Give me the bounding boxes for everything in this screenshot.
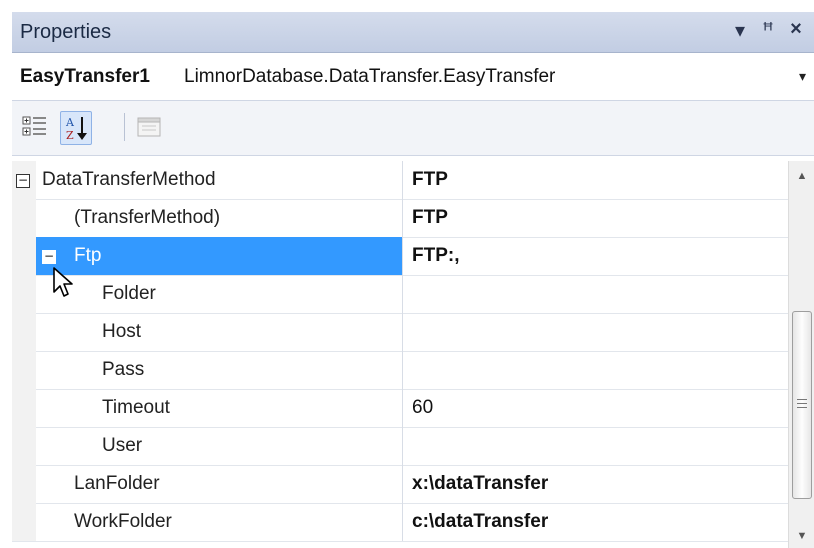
property-name: Pass — [102, 359, 145, 380]
vertical-scrollbar[interactable]: ▲ ▼ — [788, 161, 814, 548]
object-type: LimnorDatabase.DataTransfer.EasyTransfer — [184, 66, 556, 87]
property-name: Folder — [102, 283, 156, 304]
toolbar-separator — [124, 113, 125, 141]
window-position-dropdown-button[interactable]: ▾ — [728, 18, 752, 43]
object-name: EasyTransfer1 — [20, 66, 150, 87]
svg-text:A: A — [65, 116, 75, 129]
svg-text:Z: Z — [66, 129, 74, 142]
property-row-user[interactable]: User — [12, 427, 788, 466]
properties-title-bar: Properties ▾ ꟸ × — [12, 12, 814, 53]
scroll-down-arrow-icon[interactable]: ▼ — [789, 525, 814, 547]
property-name-cell[interactable]: LanFolder — [36, 465, 403, 503]
property-name: User — [102, 435, 143, 456]
property-name: WorkFolder — [74, 511, 172, 532]
property-value[interactable]: FTP — [412, 207, 448, 229]
property-name: LanFolder — [74, 473, 160, 494]
property-row-workfolder[interactable]: WorkFolder c:\dataTransfer — [12, 503, 788, 542]
scrollbar-thumb[interactable] — [792, 311, 812, 499]
property-row-pass[interactable]: Pass — [12, 351, 788, 390]
property-name: DataTransferMethod — [42, 169, 216, 190]
property-row-host[interactable]: Host — [12, 313, 788, 352]
property-name-cell[interactable]: Timeout — [36, 389, 403, 427]
alphabetical-icon: A Z — [65, 116, 87, 142]
property-row-transfermethod[interactable]: (TransferMethod) FTP — [12, 199, 788, 238]
property-name-cell[interactable]: DataTransferMethod — [36, 161, 403, 199]
property-name: (TransferMethod) — [74, 207, 221, 228]
close-button[interactable]: × — [784, 18, 808, 41]
mouse-pointer-icon — [53, 267, 73, 297]
property-row-folder[interactable]: Folder — [12, 275, 788, 314]
property-name: Timeout — [102, 397, 170, 418]
properties-toolbar: A Z — [12, 101, 814, 156]
property-value[interactable]: x:\dataTransfer — [412, 473, 548, 495]
property-name-cell[interactable]: (TransferMethod) — [36, 199, 403, 237]
property-row-datatransfermethod[interactable]: − DataTransferMethod FTP — [12, 161, 788, 200]
property-row-timeout[interactable]: Timeout 60 — [12, 389, 788, 428]
property-name: Host — [102, 321, 142, 342]
collapse-icon[interactable]: − — [16, 174, 30, 188]
panel-title: Properties — [20, 21, 112, 43]
object-selector-dropdown-icon[interactable]: ▾ — [799, 68, 806, 85]
property-value[interactable]: FTP — [412, 169, 448, 191]
pin-button[interactable]: ꟸ — [756, 18, 780, 43]
property-name-cell[interactable]: User — [36, 427, 403, 465]
property-pages-button[interactable] — [134, 111, 164, 143]
property-value[interactable]: c:\dataTransfer — [412, 511, 548, 533]
property-row-ftp[interactable]: Ftp − FTP:, — [12, 237, 788, 276]
property-name-cell[interactable]: Folder — [36, 275, 403, 313]
categorized-button[interactable] — [20, 111, 50, 143]
property-name-cell[interactable]: Ftp — [36, 237, 403, 275]
property-value[interactable]: 60 — [412, 397, 433, 419]
collapse-icon[interactable]: − — [42, 250, 56, 264]
property-pages-icon — [137, 117, 161, 137]
property-name: Ftp — [74, 245, 102, 266]
property-grid: − DataTransferMethod FTP (TransferMethod… — [12, 161, 788, 548]
object-selector-combobox[interactable]: EasyTransfer1 LimnorDatabase.DataTransfe… — [12, 54, 814, 101]
categorized-icon — [22, 116, 46, 136]
property-name-cell[interactable]: WorkFolder — [36, 503, 403, 541]
scroll-up-arrow-icon[interactable]: ▲ — [789, 165, 814, 187]
property-name-cell[interactable]: Pass — [36, 351, 403, 389]
property-value[interactable]: FTP:, — [412, 245, 460, 267]
property-row-lanfolder[interactable]: LanFolder x:\dataTransfer — [12, 465, 788, 504]
alphabetical-button[interactable]: A Z — [60, 111, 92, 145]
property-name-cell[interactable]: Host — [36, 313, 403, 351]
